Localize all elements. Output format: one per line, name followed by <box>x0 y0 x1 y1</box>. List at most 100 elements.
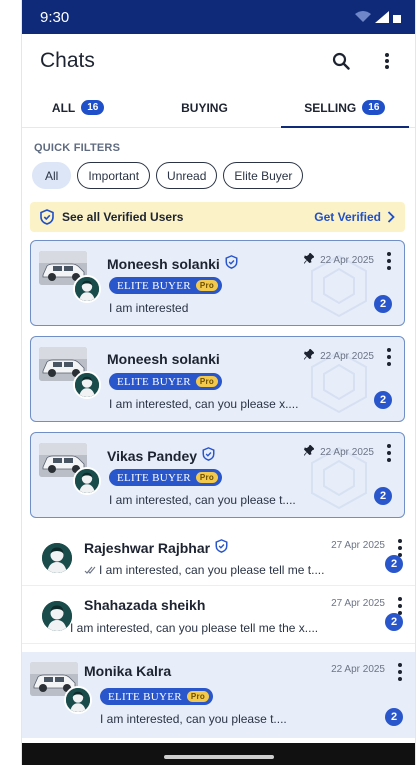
unread-count-badge: 2 <box>385 708 403 726</box>
verified-icon <box>225 255 238 272</box>
message-date: 22 Apr 2025 <box>303 348 374 363</box>
filter-chip-unread[interactable]: Unread <box>156 162 218 189</box>
message-date: 27 Apr 2025 <box>331 540 385 551</box>
message-date-text: 22 Apr 2025 <box>320 446 374 458</box>
message-date: 22 Apr 2025 <box>331 664 385 675</box>
status-bar: 9:30 <box>22 0 415 34</box>
battery-icon <box>393 15 401 23</box>
chat-list-item[interactable]: Rajeshwar Rajbhar I am interested, can yo… <box>22 528 415 586</box>
status-time: 9:30 <box>40 8 70 26</box>
status-icons <box>355 11 401 23</box>
unread-count-badge: 2 <box>385 613 403 631</box>
last-message: I am interested, can you please x.... <box>109 397 298 411</box>
elite-buyer-badge: ELITE BUYER Pro <box>100 688 214 705</box>
signal-icon <box>375 11 389 23</box>
unread-count-badge: 2 <box>374 295 392 313</box>
wifi-icon <box>355 11 371 22</box>
last-message-text: I am interested, can you please t.... <box>109 493 296 507</box>
contact-name: Moneesh solanki <box>107 255 238 272</box>
message-date-text: 22 Apr 2025 <box>331 664 385 675</box>
filter-chip-elite-buyer[interactable]: Elite Buyer <box>223 162 304 189</box>
chat-options-icon[interactable] <box>382 250 396 272</box>
chat-list-item[interactable]: Shahazada sheikh I am interested, can you… <box>22 586 415 644</box>
message-date-text: 27 Apr 2025 <box>331 598 385 609</box>
chat-list-item[interactable]: Moneesh solanki ELITE BUYER Pro I am intere… <box>30 336 405 422</box>
contact-name: Rajeshwar Rajbhar <box>84 539 228 556</box>
contact-name: Shahazada sheikh <box>84 597 205 613</box>
tab-buying[interactable]: BUYING <box>134 88 274 127</box>
double-tick-icon <box>84 563 96 577</box>
pro-label: Pro <box>195 472 219 483</box>
verified-icon <box>202 447 215 464</box>
filter-chip-important[interactable]: Important <box>77 162 151 189</box>
avatar <box>73 371 101 399</box>
avatar <box>73 467 101 495</box>
message-date: 22 Apr 2025 <box>303 444 374 459</box>
avatar <box>42 543 72 573</box>
search-icon[interactable] <box>329 49 353 73</box>
pin-icon <box>303 348 315 363</box>
contact-name: Moneesh solanki <box>107 351 220 367</box>
chevron-right-icon <box>387 211 395 223</box>
unread-count-badge: 2 <box>385 555 403 573</box>
chat-options-icon[interactable] <box>393 661 407 683</box>
verified-users-banner[interactable]: See all Verified Users Get Verified <box>30 202 405 232</box>
elite-buyer-label: ELITE BUYER <box>117 471 191 484</box>
chat-list-item[interactable]: Vikas Pandey ELITE BUYER Pro I am intereste… <box>30 432 405 518</box>
get-verified-label: Get Verified <box>314 210 381 224</box>
chat-options-icon[interactable] <box>382 346 396 368</box>
home-indicator[interactable] <box>163 755 274 759</box>
more-vert-icon[interactable] <box>375 49 399 73</box>
last-message: I am interested <box>109 301 188 315</box>
pro-label: Pro <box>186 691 210 702</box>
banner-text: See all Verified Users <box>62 210 184 224</box>
elite-buyer-badge: ELITE BUYER Pro <box>109 469 223 486</box>
tab-all[interactable]: ALL 16 <box>22 88 134 127</box>
verified-icon <box>215 539 228 556</box>
chat-options-icon[interactable] <box>382 442 396 464</box>
page-title: Chats <box>40 49 95 72</box>
contact-name-text: Vikas Pandey <box>107 447 198 464</box>
elite-buyer-label: ELITE BUYER <box>108 690 182 703</box>
avatar <box>64 686 92 714</box>
contact-name-text: Shahazada sheikh <box>84 597 206 613</box>
chat-list-item[interactable]: Monika Kalra ELITE BUYER Pro I am intereste… <box>22 652 415 738</box>
contact-name-text: Moneesh solanki <box>107 351 220 367</box>
chat-list-item[interactable]: Moneesh solanki ELITE BUYER Pro I am intere… <box>30 240 405 326</box>
pin-icon <box>303 444 315 459</box>
banner-left: See all Verified Users <box>40 209 183 225</box>
avatar <box>73 275 101 303</box>
quick-filter-chips: All Important Unread Elite Buyer <box>22 154 415 189</box>
last-message-text: I am interested, can you please tell me … <box>70 621 319 635</box>
shield-check-icon <box>40 209 54 225</box>
message-date: 22 Apr 2025 <box>303 252 374 267</box>
tab-selling-count: 16 <box>362 100 386 115</box>
pro-label: Pro <box>195 376 219 387</box>
phone-screen: 9:30 Chats ALL 16 BUYING SELLING 16 QUIC… <box>21 0 416 765</box>
tab-all-label: ALL <box>51 100 76 115</box>
chat-tabs: ALL 16 BUYING SELLING 16 <box>22 88 415 128</box>
last-message: I am interested, can you please t.... <box>100 712 287 726</box>
last-message: I am interested, can you please t.... <box>109 493 296 507</box>
quick-filters-title: QUICK FILTERS <box>34 142 121 154</box>
last-message-text: I am interested <box>109 301 189 315</box>
avatar <box>42 601 72 631</box>
get-verified-link[interactable]: Get Verified <box>314 210 395 224</box>
tab-selling[interactable]: SELLING 16 <box>275 88 415 128</box>
app-bar: Chats <box>22 34 415 88</box>
contact-name-text: Monika Kalra <box>84 663 172 679</box>
pro-label: Pro <box>195 280 219 291</box>
elite-buyer-badge: ELITE BUYER Pro <box>109 277 223 294</box>
pin-icon <box>303 252 315 267</box>
filter-chip-all[interactable]: All <box>32 162 72 189</box>
message-date-text: 27 Apr 2025 <box>331 540 385 551</box>
elite-buyer-badge: ELITE BUYER Pro <box>109 373 223 390</box>
tab-all-count: 16 <box>81 100 105 115</box>
contact-name-text: Moneesh solanki <box>107 255 220 272</box>
last-message: I am interested, can you please tell me … <box>84 563 324 577</box>
last-message-text: I am interested, can you please tell me … <box>99 563 325 577</box>
unread-count-badge: 2 <box>374 487 392 505</box>
elite-buyer-label: ELITE BUYER <box>117 375 191 388</box>
contact-name: Monika Kalra <box>84 663 171 679</box>
app-bar-actions <box>329 49 399 73</box>
